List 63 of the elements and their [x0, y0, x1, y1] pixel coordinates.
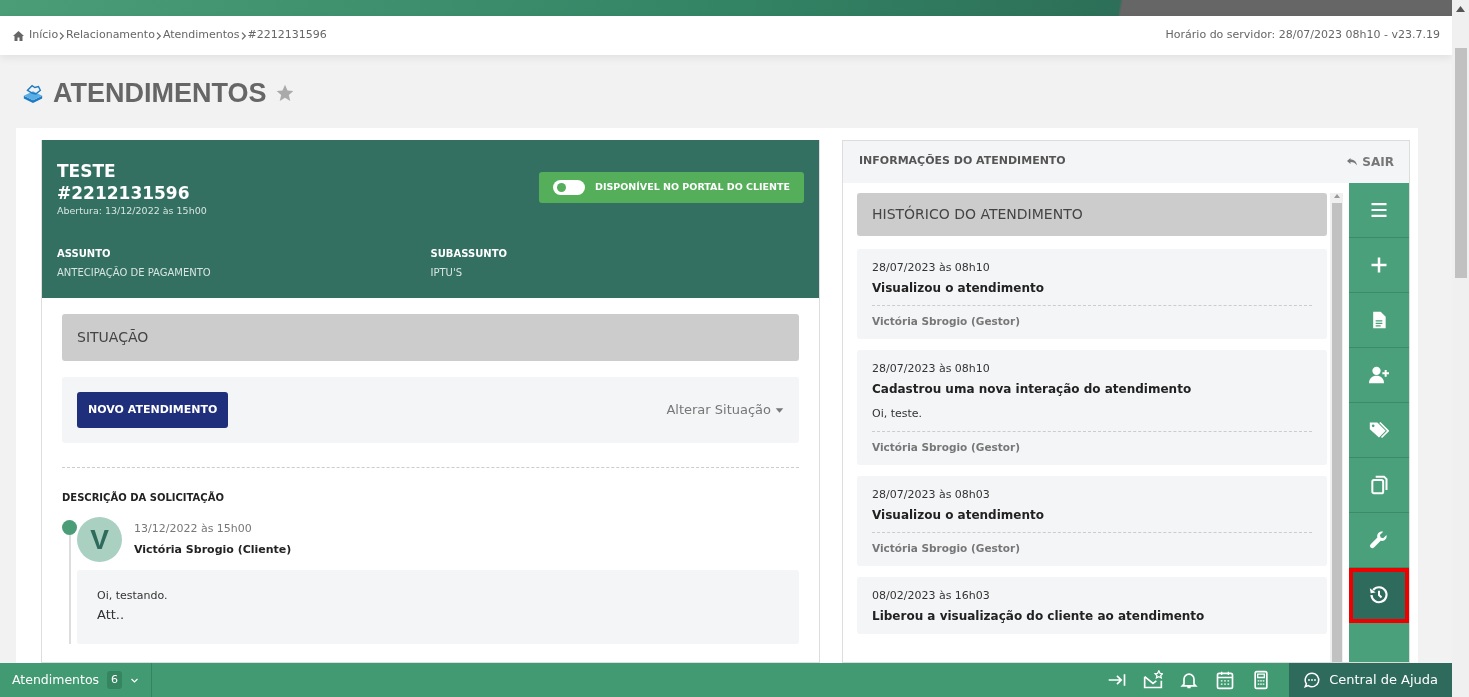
page-title: ATENDIMENTOS [53, 77, 267, 110]
section-heading: SITUAÇÃO [62, 313, 799, 361]
wrench-icon [1369, 529, 1389, 550]
history-author: Victória Sbrogio (Gestor) [872, 305, 1312, 330]
history-author: Victória Sbrogio (Gestor) [872, 430, 1312, 456]
chevron-right-icon [58, 30, 67, 41]
server-time-text: Horário do servidor: 28/07/2023 08h10 - v23.7.19 [1165, 27, 1440, 44]
chat-bubble-icon [1303, 671, 1322, 689]
help-center-button[interactable]: Central de Ajuda [1289, 663, 1452, 697]
change-status-dropdown[interactable]: Alterar Situação [666, 400, 784, 420]
panel-title: INFORMAÇÕES DO ATENDIMENTO [859, 153, 1066, 170]
history-date: 08/02/2023 às 16h03 [872, 587, 991, 604]
breadcrumb-current: #2212131596 [247, 27, 327, 44]
avatar-circle: V [77, 517, 122, 563]
history-action: Visualizou o atendimento [872, 507, 1045, 524]
field-value: IPTU'S [430, 265, 463, 280]
count-badge: 6 [107, 670, 123, 690]
scrollbar-thumb[interactable] [1454, 48, 1467, 278]
message-text: Att.. [97, 605, 126, 624]
opening-date: Abertura: 13/12/2022 às 15h00 [57, 203, 207, 218]
tags-icon [1369, 419, 1389, 440]
calendar-icon[interactable] [1215, 670, 1236, 690]
new-ticket-button[interactable]: NOVO ATENDIMENTO [77, 391, 229, 429]
history-date: 28/07/2023 às 08h10 [872, 259, 991, 276]
history-action: Liberou a visualização do cliente ao atendimento [872, 608, 1206, 626]
timeline-dot [62, 520, 77, 536]
ticket-number: #2212131596 [57, 181, 191, 204]
scrollbar-thumb[interactable] [1331, 202, 1342, 662]
scroll-up-arrow-icon[interactable] [1332, 192, 1341, 199]
caret-down-icon [775, 405, 784, 415]
reply-arrow-icon [1346, 155, 1359, 168]
breadcrumb-link[interactable]: Relacionamento [66, 27, 155, 44]
history-date: 28/07/2023 às 08h03 [872, 486, 991, 503]
add-person-icon [1369, 364, 1389, 385]
bell-icon[interactable] [1179, 670, 1200, 690]
toggle-switch[interactable] [553, 179, 586, 195]
entry-date: 13/12/2022 às 15h00 [134, 521, 253, 538]
history-date: 28/07/2023 às 08h10 [872, 360, 991, 377]
ticket-title: TESTE [57, 159, 117, 182]
chevron-right-icon [239, 30, 248, 41]
section-heading: DESCRIÇÃO DA SOLICITAÇÃO [62, 490, 225, 506]
breadcrumb-link[interactable]: Atendimentos [162, 27, 240, 44]
scroll-up-arrow-icon[interactable] [1456, 6, 1465, 12]
home-icon [12, 29, 25, 42]
field-label: ASSUNTO [57, 246, 112, 261]
copy-icon [1369, 474, 1389, 495]
exit-link[interactable]: SAIR [1346, 152, 1394, 171]
handshake-box-icon [21, 82, 45, 105]
message-text: Oi, testando. [97, 588, 169, 605]
history-author: Victória Sbrogio (Gestor) [872, 532, 1312, 557]
chevron-right-icon [154, 30, 163, 41]
field-value: ANTECIPAÇÃO DE PAGAMENTO [57, 265, 212, 280]
field-label: SUBASSUNTO [430, 246, 508, 261]
history-action: Visualizou o atendimento [872, 280, 1045, 297]
section-heading: HISTÓRICO DO ATENDIMENTO [857, 192, 1327, 236]
module-menu-button[interactable]: Atendimentos 6 [0, 663, 153, 697]
breadcrumb-link[interactable]: Início [29, 27, 59, 44]
history-action: Cadastrou uma nova interação do atendimento [872, 381, 1193, 399]
history-note: Oi, teste. [872, 406, 924, 423]
envelope-star-icon[interactable] [1143, 670, 1164, 690]
entry-author: Victória Sbrogio (Cliente) [134, 541, 292, 558]
tool-button[interactable] [1349, 567, 1409, 623]
history-icon [1369, 584, 1389, 605]
